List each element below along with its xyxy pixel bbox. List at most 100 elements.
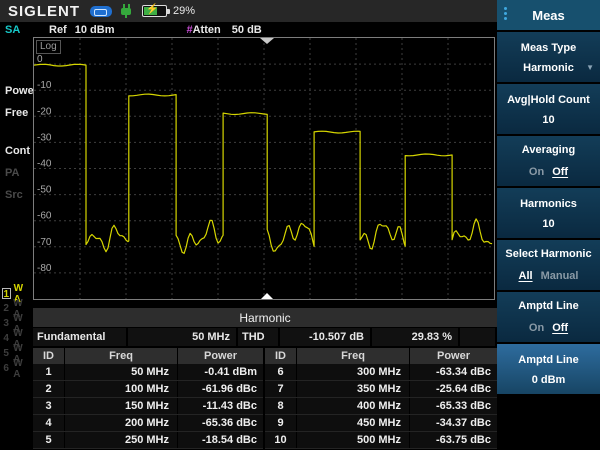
- menu-item-label: Amptd Line: [518, 352, 579, 366]
- harmonic-freq: 250 MHz: [65, 432, 178, 448]
- battery-icon: ⚡: [142, 5, 167, 17]
- harmonic-id: 1: [33, 364, 65, 380]
- col-header-id: ID: [265, 348, 297, 364]
- harmonic-freq: 200 MHz: [65, 415, 178, 431]
- col-header-freq: Freq: [297, 348, 410, 364]
- toggle-option-off[interactable]: Off: [552, 322, 568, 334]
- table-header-row: IDFreqPower: [33, 348, 263, 364]
- menu-item-value: Harmonic: [523, 62, 574, 74]
- atten-group[interactable]: #Atten 50 dB: [186, 24, 261, 36]
- y-tick-label: -50: [37, 185, 52, 196]
- menu-item-amptd-line-5[interactable]: Amptd LineOnOff: [497, 292, 600, 342]
- harmonic-table-left: IDFreqPower150 MHz-0.41 dBm2100 MHz-61.9…: [33, 348, 263, 450]
- toggle-option-off[interactable]: Off: [552, 166, 568, 178]
- trace-number: 1: [2, 288, 11, 299]
- status-bar: SIGLENT ⚡ 29%: [0, 0, 497, 22]
- harmonic-id: 4: [33, 415, 65, 431]
- menu-item-label: Averaging: [522, 142, 575, 156]
- mode-label: SA: [5, 24, 49, 36]
- center-marker-bottom: [261, 293, 273, 299]
- menu-item-toggle: All Manual: [515, 266, 583, 284]
- harmonic-freq: 100 MHz: [65, 381, 178, 397]
- y-tick-label: -30: [37, 132, 52, 143]
- harmonic-tables: IDFreqPower150 MHz-0.41 dBm2100 MHz-61.9…: [33, 348, 497, 450]
- usb-icon: [90, 6, 112, 17]
- menu-item-harmonics-3[interactable]: Harmonics10: [497, 188, 600, 238]
- menu-item-value: 0 dBm: [532, 374, 566, 386]
- table-header-row: IDFreqPower: [265, 348, 497, 364]
- y-tick-label: -10: [37, 80, 52, 91]
- thd-db-value: -10.507 dB: [280, 328, 372, 346]
- atten-coupled-hash: #: [186, 24, 192, 36]
- harmonic-power: -25.64 dBc: [410, 381, 497, 397]
- table-row: 7350 MHz-25.64 dBc: [265, 381, 497, 398]
- harmonic-freq: 50 MHz: [65, 364, 178, 380]
- trace-number: 4: [2, 333, 10, 344]
- harmonic-id: 3: [33, 398, 65, 414]
- menu-item-select-harmonic-4[interactable]: Select Harmonic All Manual: [497, 240, 600, 290]
- table-row: 2100 MHz-61.96 dBc: [33, 381, 263, 398]
- harmonic-id: 10: [265, 432, 297, 448]
- y-tick-label: -70: [37, 237, 52, 248]
- fundamental-row: Fundamental 50 MHz THD -10.507 dB 29.83 …: [33, 328, 497, 346]
- table-row: 8400 MHz-65.33 dBc: [265, 398, 497, 415]
- state-label-cont: Cont: [5, 145, 33, 167]
- softkey-menu: Meas Meas TypeHarmonic▼Avg|Hold Count10A…: [497, 0, 600, 450]
- harmonic-id: 5: [33, 432, 65, 448]
- menu-dots-icon: [504, 7, 507, 22]
- col-header-power: Power: [410, 348, 497, 364]
- toggle-option-on[interactable]: On: [529, 322, 544, 334]
- harmonic-id: 7: [265, 381, 297, 397]
- harmonic-power: -65.36 dBc: [178, 415, 263, 431]
- table-row: 6300 MHz-63.34 dBc: [265, 364, 497, 381]
- sidebar-state-labels: PowerFreeContPASrc: [5, 85, 33, 211]
- harmonic-freq: 300 MHz: [297, 364, 410, 380]
- y-tick-label: -40: [37, 159, 52, 170]
- menu-header[interactable]: Meas: [497, 0, 600, 30]
- y-tick-label: -60: [37, 211, 52, 222]
- state-label-free: Free: [5, 107, 33, 129]
- measurement-title: Harmonic: [239, 311, 290, 325]
- menu-item-label: Select Harmonic: [505, 246, 591, 260]
- harmonic-id: 8: [265, 398, 297, 414]
- ref-label[interactable]: Ref: [49, 24, 67, 36]
- state-label-pa: PA: [5, 167, 33, 189]
- harmonic-freq: 500 MHz: [297, 432, 410, 448]
- trace-indicator-6[interactable]: 6W A: [2, 361, 32, 376]
- toggle-option-on[interactable]: On: [529, 166, 544, 178]
- harmonic-freq: 150 MHz: [65, 398, 178, 414]
- table-row: 5250 MHz-18.54 dBc: [33, 432, 263, 449]
- spectrum-display: 0-10-20-30-40-50-60-70-80 Log: [33, 37, 495, 300]
- table-row: 4200 MHz-65.36 dBc: [33, 415, 263, 432]
- harmonic-power: -63.34 dBc: [410, 364, 497, 380]
- reference-row: SA Ref 10 dBm #Atten 50 dB: [0, 22, 497, 37]
- table-row: 3150 MHz-11.43 dBc: [33, 398, 263, 415]
- col-header-power: Power: [178, 348, 263, 364]
- toggle-option-all[interactable]: All: [519, 270, 533, 282]
- toggle-option-manual[interactable]: Manual: [541, 270, 579, 282]
- spectrum-trace-svg: 0-10-20-30-40-50-60-70-80: [34, 38, 494, 299]
- menu-item-averaging-2[interactable]: Averaging On Off: [497, 136, 600, 186]
- y-tick-label: 0: [37, 54, 43, 65]
- scale-type-label: Log: [36, 40, 61, 54]
- state-label-power: Power: [5, 85, 33, 107]
- harmonic-id: 6: [265, 364, 297, 380]
- harmonic-power: -11.43 dBc: [178, 398, 263, 414]
- menu-title: Meas: [532, 8, 565, 23]
- fundamental-freq: 50 MHz: [128, 328, 238, 346]
- harmonic-id: 2: [33, 381, 65, 397]
- harmonic-power: -0.41 dBm: [178, 364, 263, 380]
- harmonic-power: -34.37 dBc: [410, 415, 497, 431]
- table-row: 10500 MHz-63.75 dBc: [265, 432, 497, 449]
- harmonic-power: -65.33 dBc: [410, 398, 497, 414]
- trace-number: 3: [2, 318, 10, 329]
- menu-item-toggle: On Off: [525, 318, 572, 336]
- menu-item-avg-hold-count-1[interactable]: Avg|Hold Count10: [497, 84, 600, 134]
- harmonic-power: -18.54 dBc: [178, 432, 263, 448]
- harmonic-freq: 450 MHz: [297, 415, 410, 431]
- menu-item-meas-type-0[interactable]: Meas TypeHarmonic▼: [497, 32, 600, 82]
- ref-value[interactable]: 10 dBm: [75, 24, 115, 36]
- center-marker-top: [260, 38, 274, 44]
- menu-item-amptd-line-6[interactable]: Amptd Line 0 dBm: [497, 344, 600, 394]
- harmonic-table-right: IDFreqPower6300 MHz-63.34 dBc7350 MHz-25…: [265, 348, 497, 450]
